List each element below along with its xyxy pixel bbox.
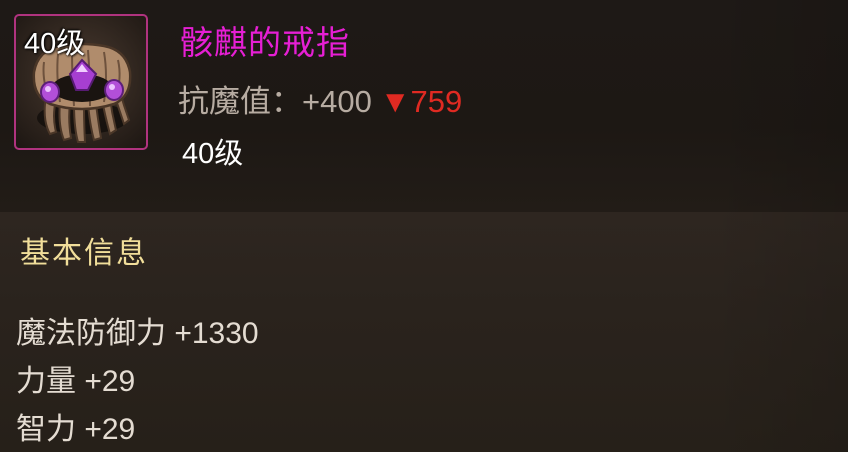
attribute-row: 力量 +29 — [16, 365, 136, 398]
attribute-row: 智力 +29 — [16, 413, 136, 446]
section-title-basic-info: 基本信息 — [20, 236, 148, 271]
item-name: 骸麒的戒指 — [180, 23, 350, 62]
tooltip-header: 40级 骸麒的戒指 抗魔值：+400 ▼759 40级 — [0, 0, 848, 212]
attribute-row: 魔法防御力 +1330 — [16, 317, 259, 350]
item-tooltip: 40级 骸麒的戒指 抗魔值：+400 ▼759 40级 基本信息 魔法防御力 +1… — [0, 0, 848, 452]
compare-down-arrow-icon: ▼ — [379, 84, 411, 119]
item-icon-slot[interactable]: 40级 — [14, 14, 148, 150]
compare-value: 759 — [410, 84, 463, 119]
main-stat-label: 抗魔值： — [178, 84, 302, 119]
main-stat-line: 抗魔值：+400 ▼759 — [178, 76, 462, 121]
attribute-list: 魔法防御力 +1330 力量 +29 智力 +29 — [16, 308, 259, 452]
item-level-badge: 40级 — [24, 28, 86, 60]
main-stat-value: +400 — [302, 84, 372, 119]
required-level: 40级 — [182, 138, 244, 170]
